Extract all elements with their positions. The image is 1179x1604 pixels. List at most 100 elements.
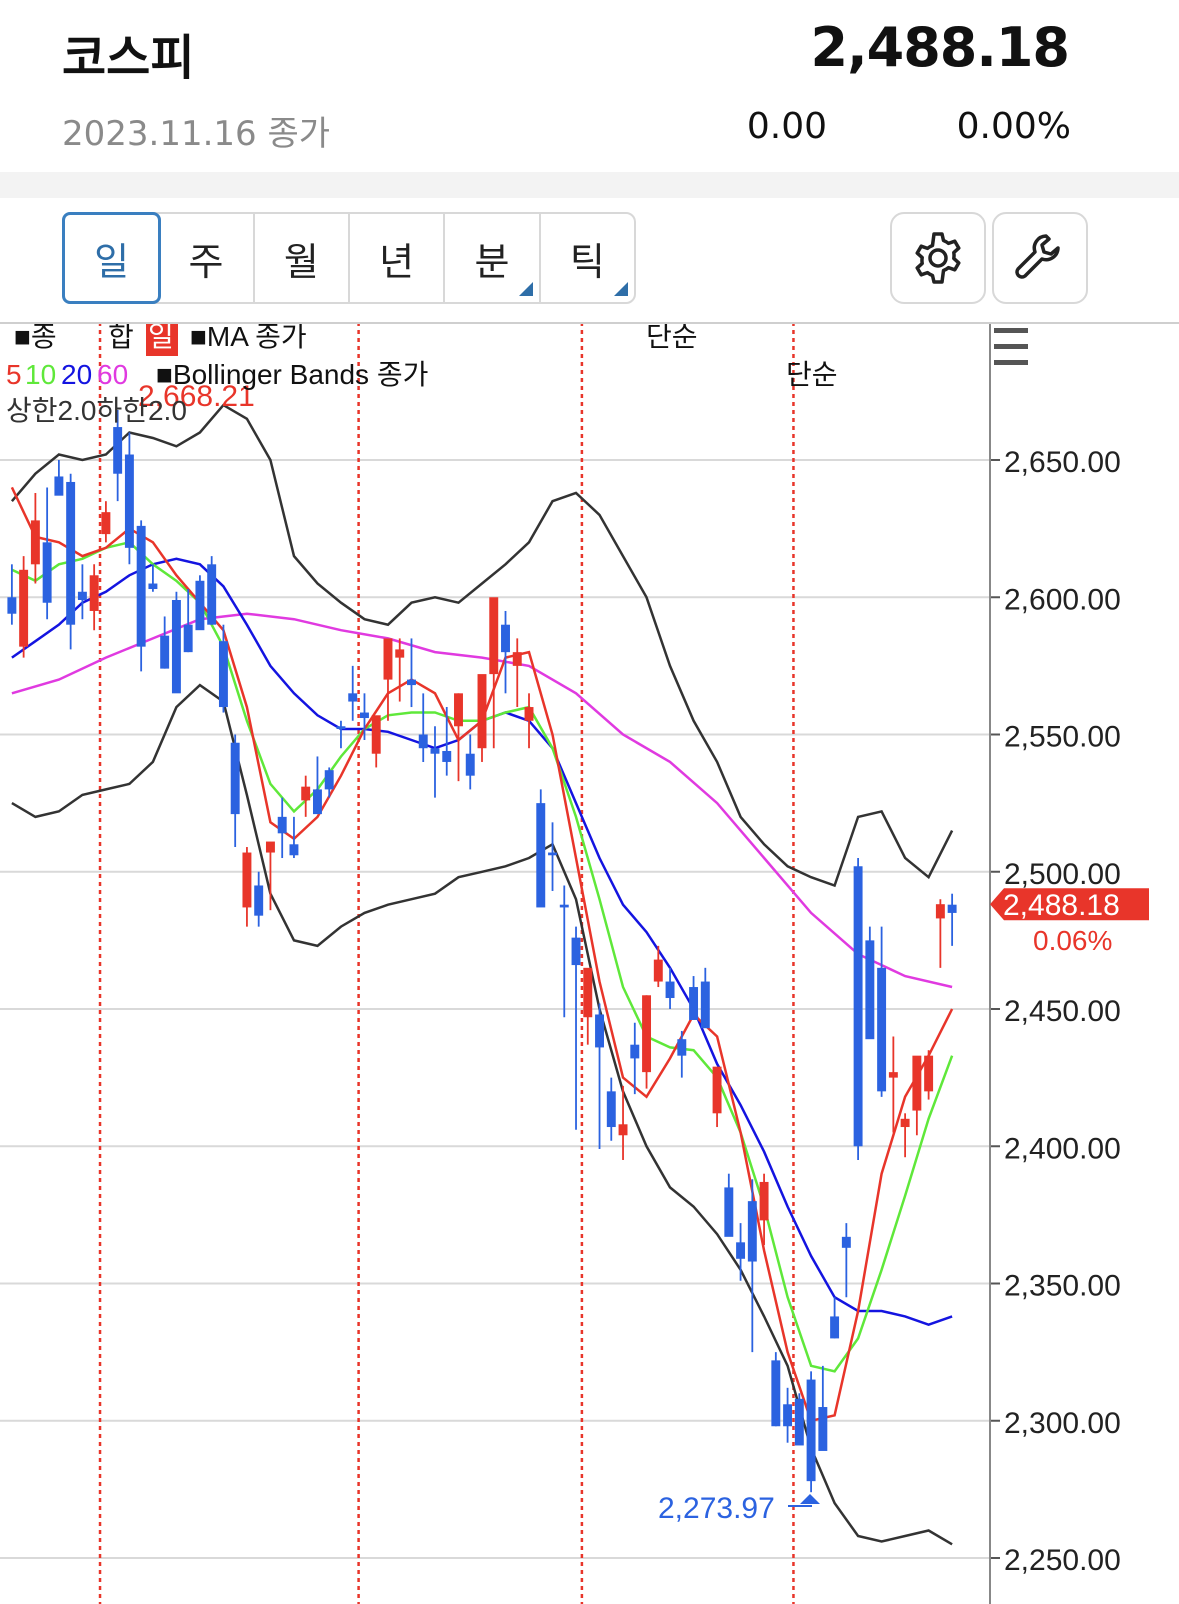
page-title: 코스피	[62, 30, 195, 86]
y-tick-label: 2,400.00	[1004, 1132, 1121, 1165]
candle-body	[336, 726, 346, 730]
legend-ma-type: 단순	[646, 322, 698, 352]
candle-body	[7, 597, 17, 614]
candle-body	[536, 803, 546, 908]
tab-day[interactable]: 일	[62, 212, 162, 304]
candle-body	[383, 638, 393, 680]
y-tick-label: 2,300.00	[1004, 1407, 1121, 1440]
candle-body	[924, 1055, 934, 1092]
candle-body	[183, 624, 193, 653]
tab-week[interactable]: 주	[159, 214, 255, 302]
ma10-line	[11, 540, 954, 1373]
candle-body	[42, 542, 52, 603]
candle-body	[806, 1379, 816, 1482]
candle-body	[407, 679, 416, 686]
price-change-percent: 0.00%	[956, 106, 1071, 147]
y-tick-label: 2,650.00	[1004, 446, 1121, 479]
candle-body	[54, 476, 64, 496]
candle-body	[888, 1072, 898, 1078]
candle-body	[242, 852, 252, 908]
candle-body	[677, 1039, 687, 1056]
candle-body	[442, 750, 452, 762]
hamburger-bar	[994, 328, 1028, 333]
candle-body	[418, 734, 428, 749]
candle-body	[195, 580, 205, 631]
candle-body	[430, 748, 440, 754]
candle-body	[66, 481, 76, 625]
candle-body	[477, 674, 487, 749]
y-tick-label: 2,550.00	[1004, 721, 1121, 754]
candle-body	[171, 599, 181, 694]
candle-body	[230, 742, 240, 815]
candle-body	[124, 454, 134, 548]
candle-body	[783, 1404, 793, 1427]
candle-body	[136, 525, 146, 647]
candle-body	[818, 1407, 828, 1451]
gear-icon	[915, 232, 961, 284]
candle-body	[324, 770, 334, 790]
candle-body	[348, 693, 358, 702]
tab-label: 주	[188, 239, 224, 284]
candle-body	[265, 841, 275, 853]
candle-body	[865, 940, 875, 1040]
period-tabs: 일 주 월 년 분 틱	[62, 212, 636, 304]
candle-body	[289, 844, 299, 856]
y-tick-label: 2,450.00	[1004, 995, 1121, 1028]
y-tick-label: 2,250.00	[1004, 1544, 1121, 1577]
candle-body	[524, 707, 534, 721]
candle-body	[489, 597, 499, 675]
candle-body	[736, 1242, 746, 1259]
candle-body	[19, 569, 29, 647]
settings-button[interactable]	[890, 212, 986, 304]
hamburger-bar	[994, 344, 1028, 349]
legend-main-prefix: ■종	[14, 322, 57, 352]
tools-button[interactable]	[992, 212, 1088, 304]
bollinger-upper-line	[10, 403, 954, 888]
candle-body	[759, 1181, 769, 1221]
tab-month[interactable]: 월	[255, 214, 350, 302]
candle-body	[606, 1091, 616, 1128]
candle-body	[254, 885, 264, 916]
tab-tick[interactable]: 틱	[541, 214, 634, 302]
candle-body	[747, 1201, 757, 1262]
low-marker-icon	[800, 1494, 820, 1504]
price-change: 0.00	[746, 106, 827, 147]
candle-body	[218, 641, 228, 708]
candle-body	[395, 649, 405, 658]
legend-ma-period: 20	[61, 359, 92, 390]
candle-body	[501, 624, 510, 653]
hamburger-bar	[994, 360, 1028, 365]
candle-body	[465, 753, 475, 776]
candle-body	[595, 1014, 604, 1048]
candle-body	[571, 937, 581, 966]
candle-body	[700, 981, 710, 1029]
legend-main-mid: 합	[108, 322, 134, 352]
candle-body	[101, 512, 111, 535]
hamburger-icon[interactable]	[994, 328, 1028, 365]
legend-ma-label: ■MA 종가	[190, 322, 307, 352]
submenu-indicator-icon	[613, 282, 628, 296]
legend-badge-label: 일	[148, 322, 174, 352]
candle-body	[771, 1360, 781, 1427]
candle-body	[712, 1066, 722, 1114]
tab-year[interactable]: 년	[350, 214, 446, 302]
price-chart[interactable]: 2,650.00 2,600.00 2,550.00 2,500.00 2,450.00…	[0, 322, 1179, 1604]
candle-body	[30, 520, 40, 565]
candle-body	[724, 1187, 734, 1237]
candle-body	[512, 652, 522, 666]
tab-minute[interactable]: 분	[445, 214, 541, 302]
tab-label: 분	[474, 239, 510, 284]
close-date-label: 2023.11.16 종가	[62, 114, 331, 154]
candle-body	[947, 904, 957, 913]
candle-body	[89, 575, 99, 611]
candle-body	[653, 959, 663, 982]
candle-body	[312, 789, 322, 815]
candle-body	[900, 1118, 910, 1128]
legend-bb-type: 단순	[786, 359, 838, 390]
candle-body	[665, 981, 675, 999]
tab-label: 년	[379, 239, 415, 284]
legend-ma-period: 60	[97, 359, 128, 390]
candle-body	[301, 786, 311, 801]
candle-body	[877, 967, 887, 1092]
submenu-indicator-icon	[518, 282, 533, 296]
